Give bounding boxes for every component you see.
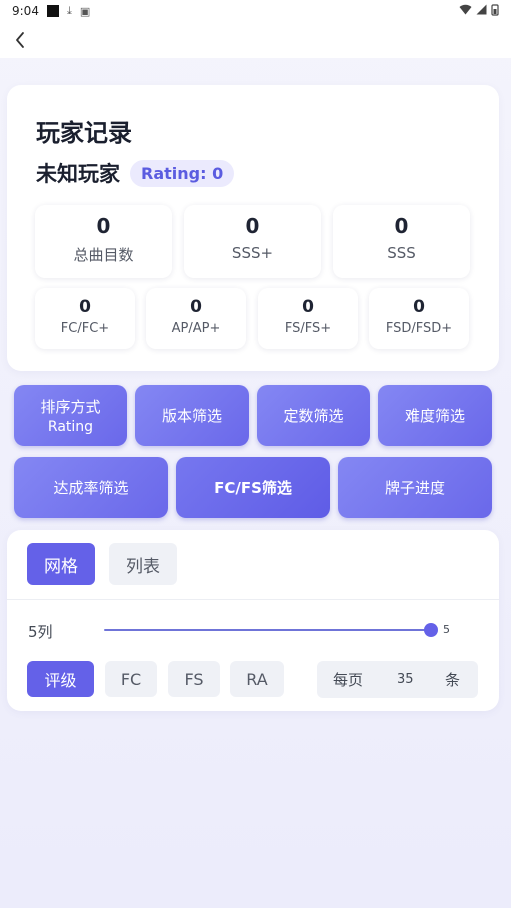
- difficulty-filter-button[interactable]: 难度筛选: [378, 385, 492, 446]
- chip-rank-label: 评级: [44, 671, 77, 690]
- chip-fc-label: FC: [120, 669, 142, 689]
- plate-progress-button[interactable]: 牌子进度: [338, 457, 492, 518]
- app-notification-icon: ▣: [79, 4, 91, 18]
- sort-button[interactable]: 排序方式 Rating: [14, 385, 127, 446]
- display-settings-card: 网格 列表 5列 5 评级 FC FS RA 每页 35 条: [7, 530, 499, 711]
- fc-fs-filter-label: FC/FS筛选: [214, 479, 292, 497]
- stat-value: 0: [302, 297, 314, 317]
- player-record-card: 玩家记录 未知玩家 Rating: 0 0 总曲目数 0 SSS+ 0 SSS …: [7, 85, 499, 371]
- stat-label: FSD/FSD+: [385, 321, 453, 336]
- page-title: 玩家记录: [36, 119, 132, 147]
- stat-label: AP/AP+: [171, 321, 221, 336]
- stat-value: 0: [96, 214, 111, 238]
- wifi-icon: [459, 4, 472, 18]
- version-filter-button[interactable]: 版本筛选: [135, 385, 249, 446]
- stat-ap: 0 AP/AP+: [146, 288, 246, 349]
- difficulty-filter-label: 难度筛选: [404, 407, 465, 425]
- stat-value: 0: [79, 297, 91, 317]
- status-bar: 9:04 ⤓ ▣: [0, 0, 511, 22]
- tab-list-label: 列表: [126, 556, 160, 577]
- battery-icon: [491, 3, 499, 19]
- rating-badge: Rating: 0: [130, 159, 235, 187]
- tab-grid-label: 网格: [44, 556, 78, 577]
- stat-sss-plus: 0 SSS+: [184, 205, 321, 278]
- chip-rank[interactable]: 评级: [27, 661, 94, 697]
- stat-label: SSS+: [231, 244, 274, 262]
- achievement-filter-button[interactable]: 达成率筛选: [14, 457, 168, 518]
- back-arrow-icon: [16, 32, 24, 48]
- page-size-input[interactable]: 35: [397, 672, 414, 687]
- stat-total-songs: 0 总曲目数: [35, 205, 172, 278]
- page-size-control: 每页 35 条: [317, 661, 478, 698]
- notification-square-icon: [46, 5, 59, 17]
- chip-ra-label: RA: [246, 669, 268, 689]
- version-filter-label: 版本筛选: [161, 407, 222, 425]
- stat-label: FC/FC+: [60, 321, 110, 336]
- sort-button-label: 排序方式: [40, 398, 101, 416]
- stat-fsd: 0 FSD/FSD+: [369, 288, 469, 349]
- columns-label: 5列: [28, 623, 53, 641]
- stat-label: FS/FS+: [284, 321, 332, 336]
- signal-icon: [476, 4, 487, 18]
- status-time: 9:04: [12, 4, 39, 18]
- stat-label: SSS: [387, 244, 416, 262]
- tab-grid[interactable]: 网格: [27, 543, 95, 585]
- plate-progress-label: 牌子进度: [384, 479, 445, 497]
- stat-value: 0: [245, 214, 260, 238]
- player-row: 未知玩家 Rating: 0: [36, 158, 235, 188]
- download-icon: ⤓: [66, 4, 72, 17]
- chip-fs[interactable]: FS: [168, 661, 220, 697]
- page-size-suffix: 条: [445, 671, 461, 689]
- player-name: 未知玩家: [36, 162, 120, 186]
- app-bar: [0, 22, 511, 58]
- columns-slider-track[interactable]: [104, 629, 431, 631]
- stat-label: 总曲目数: [73, 246, 134, 264]
- stat-fc: 0 FC/FC+: [35, 288, 135, 349]
- tab-list[interactable]: 列表: [109, 543, 177, 585]
- stat-value: 0: [394, 214, 409, 238]
- stat-value: 0: [413, 297, 425, 317]
- page-size-prefix: 每页: [333, 671, 364, 689]
- constant-filter-label: 定数筛选: [283, 407, 344, 425]
- sort-button-value: Rating: [47, 419, 94, 435]
- divider: [7, 599, 499, 600]
- constant-filter-button[interactable]: 定数筛选: [257, 385, 370, 446]
- columns-slider-thumb[interactable]: [424, 623, 438, 637]
- chip-fs-label: FS: [184, 669, 204, 689]
- achievement-filter-label: 达成率筛选: [53, 479, 129, 497]
- chip-fc[interactable]: FC: [105, 661, 157, 697]
- back-button[interactable]: [6, 26, 34, 54]
- stat-fs: 0 FS/FS+: [258, 288, 358, 349]
- chip-ra[interactable]: RA: [230, 661, 284, 697]
- fc-fs-filter-button[interactable]: FC/FS筛选: [176, 457, 330, 518]
- columns-slider-value: 5: [443, 623, 450, 636]
- stat-value: 0: [190, 297, 202, 317]
- stat-sss: 0 SSS: [333, 205, 470, 278]
